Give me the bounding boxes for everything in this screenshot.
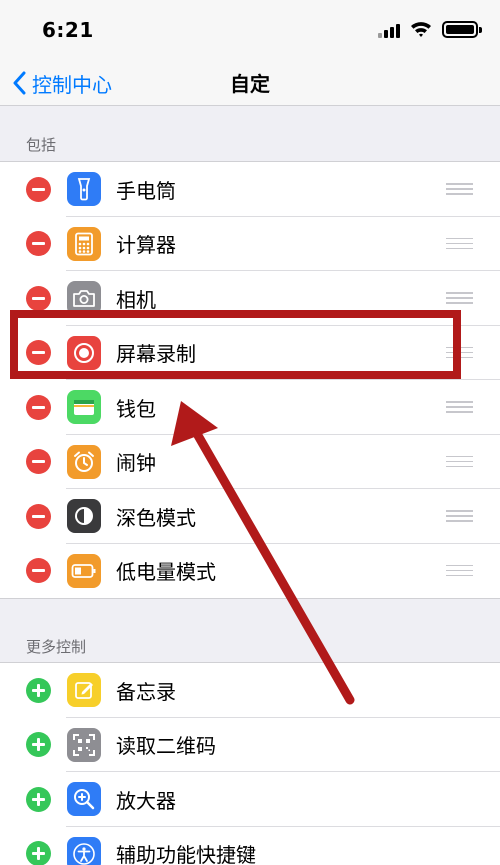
low-power-icon bbox=[67, 553, 101, 588]
item-label: 深色模式 bbox=[116, 505, 196, 530]
section-header-more: 更多控制 bbox=[26, 638, 87, 656]
item-label: 屏幕录制 bbox=[116, 342, 196, 367]
add-button[interactable] bbox=[26, 786, 51, 812]
navigation-bar: 控制中心 自定 bbox=[0, 60, 500, 106]
page-title: 自定 bbox=[230, 72, 270, 96]
item-label: 钱包 bbox=[116, 396, 156, 421]
list-item[interactable]: 放大器 bbox=[0, 772, 500, 827]
list-item[interactable]: 钱包 bbox=[0, 380, 500, 435]
more-controls-list: 备忘录 读取二维码 放大器 辅助功能快捷键 bbox=[0, 662, 500, 865]
item-label: 放大器 bbox=[116, 788, 176, 813]
item-label: 手电筒 bbox=[116, 178, 176, 203]
list-item[interactable]: 手电筒 bbox=[0, 162, 500, 217]
battery-icon bbox=[442, 21, 482, 38]
remove-button[interactable] bbox=[26, 449, 51, 475]
remove-button[interactable] bbox=[26, 340, 51, 366]
item-label: 读取二维码 bbox=[116, 734, 216, 759]
accessibility-icon bbox=[67, 836, 101, 865]
remove-button[interactable] bbox=[26, 176, 51, 202]
alarm-icon bbox=[67, 444, 101, 479]
remove-button[interactable] bbox=[26, 394, 51, 420]
add-button[interactable] bbox=[26, 732, 51, 758]
list-item[interactable]: 计算器 bbox=[0, 217, 500, 272]
remove-button[interactable] bbox=[26, 285, 51, 311]
drag-handle[interactable] bbox=[446, 400, 473, 414]
screen-record-icon bbox=[67, 335, 101, 370]
list-item[interactable]: 辅助功能快捷键 bbox=[0, 827, 500, 865]
list-item[interactable]: 读取二维码 bbox=[0, 718, 500, 773]
drag-handle[interactable] bbox=[446, 237, 473, 251]
item-label: 低电量模式 bbox=[116, 560, 216, 585]
remove-button[interactable] bbox=[26, 231, 51, 257]
drag-handle[interactable] bbox=[446, 509, 473, 523]
item-label: 相机 bbox=[116, 287, 156, 312]
flashlight-icon bbox=[67, 172, 101, 207]
drag-handle[interactable] bbox=[446, 346, 473, 360]
wallet-icon bbox=[67, 390, 101, 425]
add-button[interactable] bbox=[26, 677, 51, 703]
calculator-icon bbox=[67, 226, 101, 261]
qr-code-icon bbox=[67, 727, 101, 762]
notes-icon bbox=[67, 673, 101, 708]
status-icons bbox=[368, 20, 482, 40]
list-item[interactable]: 屏幕录制 bbox=[0, 326, 500, 381]
item-label: 备忘录 bbox=[116, 679, 176, 704]
section-header-included: 包括 bbox=[26, 136, 57, 154]
drag-handle[interactable] bbox=[446, 182, 473, 196]
drag-handle[interactable] bbox=[446, 291, 473, 305]
camera-icon bbox=[67, 281, 101, 316]
remove-button[interactable] bbox=[26, 558, 51, 584]
list-item[interactable]: 深色模式 bbox=[0, 489, 500, 544]
cellular-signal-icon bbox=[378, 22, 402, 38]
drag-handle[interactable] bbox=[446, 455, 473, 469]
dark-mode-icon bbox=[67, 499, 101, 534]
item-label: 辅助功能快捷键 bbox=[116, 843, 256, 865]
drag-handle[interactable] bbox=[446, 564, 473, 578]
wifi-icon bbox=[411, 22, 431, 37]
included-controls-list: 手电筒 计算器 相机 屏幕录制 钱包 闹钟 深色模式 低电量模式 bbox=[0, 161, 500, 599]
item-label: 计算器 bbox=[116, 233, 176, 258]
list-item[interactable]: 低电量模式 bbox=[0, 544, 500, 599]
list-item[interactable]: 备忘录 bbox=[0, 663, 500, 718]
magnifier-icon bbox=[67, 782, 101, 817]
status-time: 6:21 bbox=[42, 18, 94, 42]
status-bar: 6:21 bbox=[0, 0, 500, 60]
remove-button[interactable] bbox=[26, 503, 51, 529]
list-item[interactable]: 相机 bbox=[0, 271, 500, 326]
add-button[interactable] bbox=[26, 841, 51, 865]
list-item[interactable]: 闹钟 bbox=[0, 435, 500, 490]
item-label: 闹钟 bbox=[116, 451, 156, 476]
